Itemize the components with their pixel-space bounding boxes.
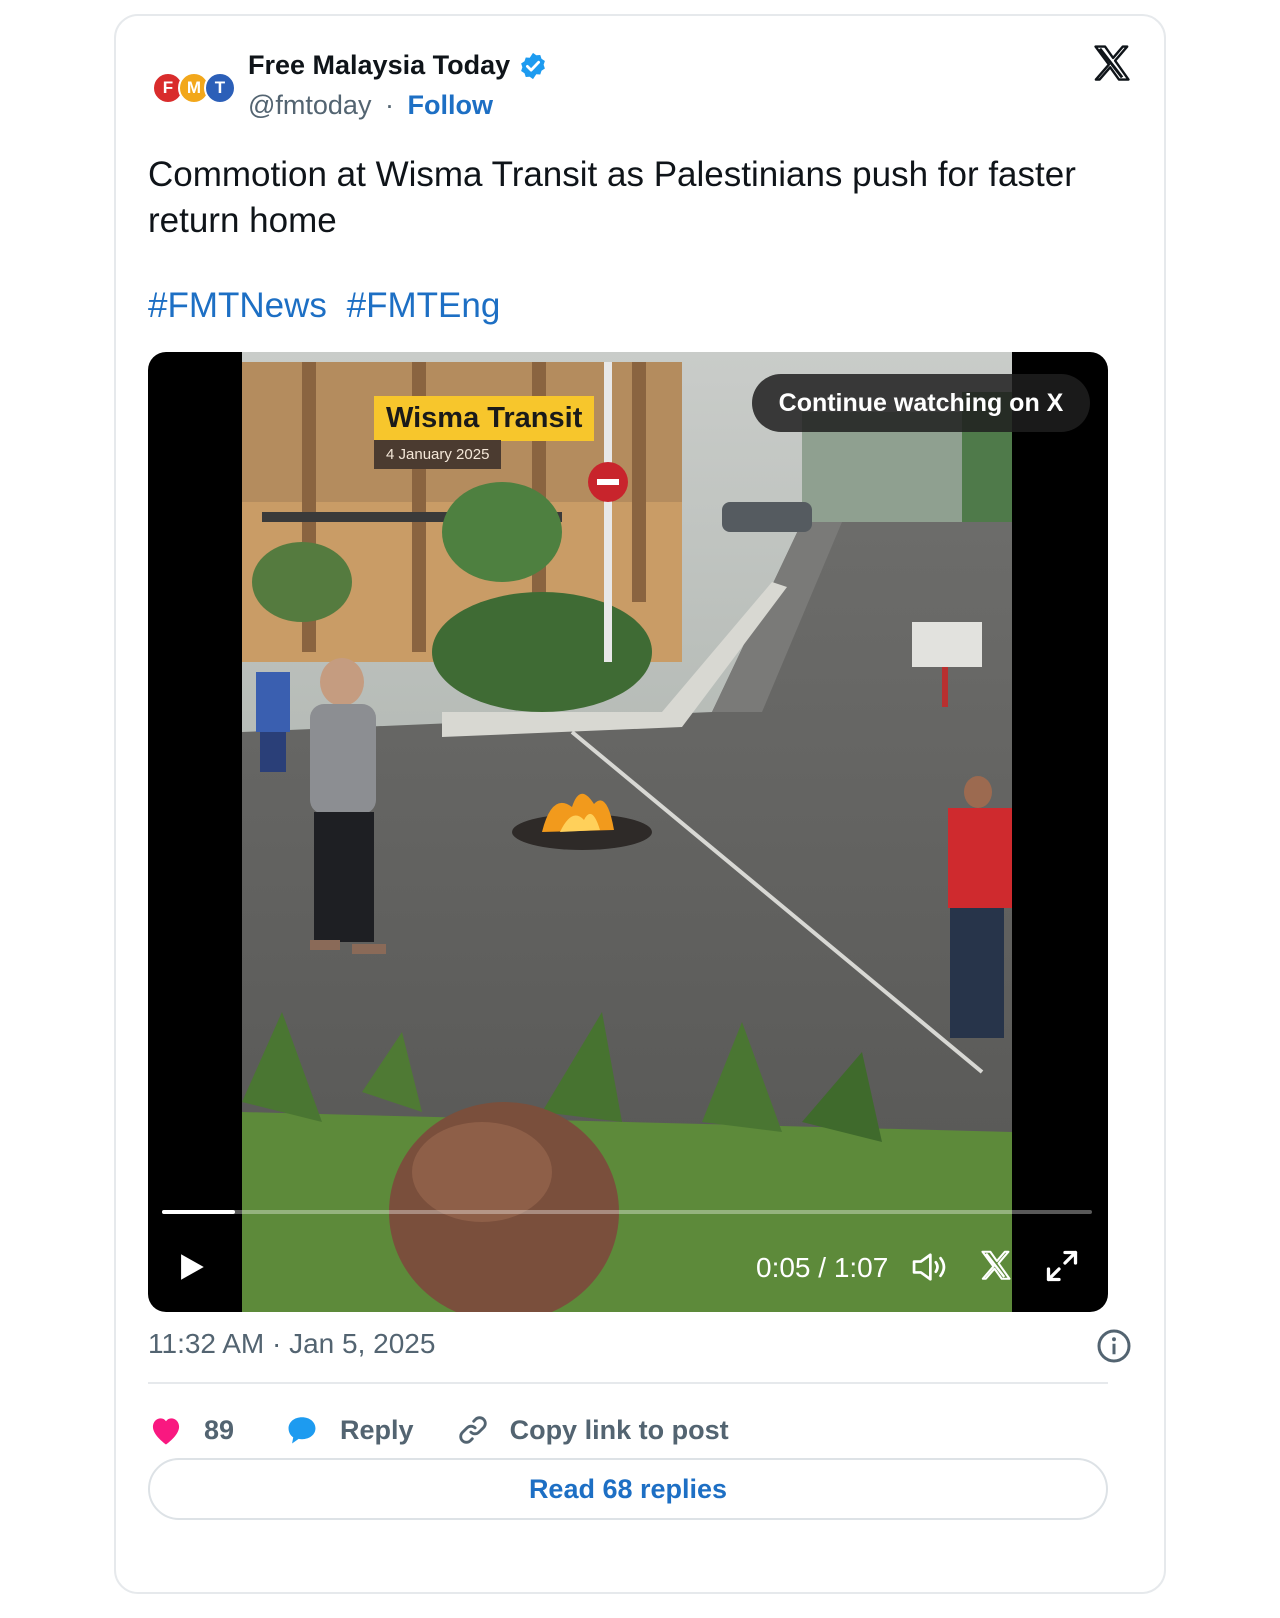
- like-count: 89: [204, 1414, 235, 1445]
- follow-button[interactable]: Follow: [407, 90, 492, 120]
- volume-icon[interactable]: [910, 1250, 948, 1284]
- continue-watching-button[interactable]: Continue watching on X: [752, 374, 1090, 432]
- hashtags: #FMTNews #FMTEng: [148, 286, 510, 326]
- action-bar: 89 Reply Copy link to post: [148, 1402, 729, 1458]
- info-icon[interactable]: [1096, 1328, 1132, 1364]
- fmt-logo[interactable]: F M T: [152, 70, 238, 106]
- reply-bubble-icon: [288, 1417, 316, 1444]
- author-handle[interactable]: @fmtoday: [248, 90, 371, 120]
- author-name-row[interactable]: Free Malaysia Today: [248, 50, 548, 81]
- video-time: 0:05 / 1:07: [756, 1252, 889, 1283]
- like-button[interactable]: 89: [148, 1414, 234, 1446]
- hashtag-fmteng[interactable]: #FMTEng: [347, 286, 501, 325]
- video-scene-image: [242, 352, 1012, 1312]
- reply-label: Reply: [340, 1414, 414, 1445]
- verified-badge-icon: [521, 52, 545, 79]
- video-player[interactable]: Wisma Transit 4 January 2025 Continue wa…: [148, 352, 1108, 1312]
- hashtag-fmtnews[interactable]: #FMTNews: [148, 286, 327, 325]
- x-watermark-icon[interactable]: [978, 1248, 1014, 1284]
- video-overlay-title: Wisma Transit: [374, 396, 595, 441]
- x-logo-icon[interactable]: [1090, 42, 1134, 86]
- tweet-text: Commotion at Wisma Transit as Palestinia…: [148, 155, 1076, 240]
- post-timestamp[interactable]: 11:32 AM · Jan 5, 2025: [148, 1328, 435, 1360]
- author-name[interactable]: Free Malaysia Today: [248, 50, 510, 81]
- video-overlay-date: 4 January 2025: [374, 440, 502, 469]
- fullscreen-icon[interactable]: [1044, 1248, 1080, 1284]
- handle-line: @fmtoday · Follow: [248, 90, 493, 121]
- handle-separator: ·: [384, 90, 394, 120]
- video-frame[interactable]: Wisma Transit 4 January 2025: [242, 352, 1012, 1312]
- copy-link-button[interactable]: Copy link to post: [456, 1413, 729, 1447]
- video-progress-bar[interactable]: [162, 1210, 1092, 1214]
- logo-letter-t: T: [204, 72, 236, 104]
- copy-link-label: Copy link to post: [509, 1414, 729, 1445]
- divider: [148, 1382, 1108, 1384]
- play-icon[interactable]: [174, 1250, 208, 1284]
- link-icon: [458, 1416, 487, 1444]
- read-replies-button[interactable]: Read 68 replies: [148, 1458, 1108, 1520]
- reply-button[interactable]: Reply: [284, 1413, 414, 1447]
- heart-icon: [152, 1418, 180, 1445]
- video-progress-fill: [162, 1210, 235, 1214]
- tweet-card: F M T Free Malaysia Today @fmtoday · Fol…: [114, 14, 1166, 1594]
